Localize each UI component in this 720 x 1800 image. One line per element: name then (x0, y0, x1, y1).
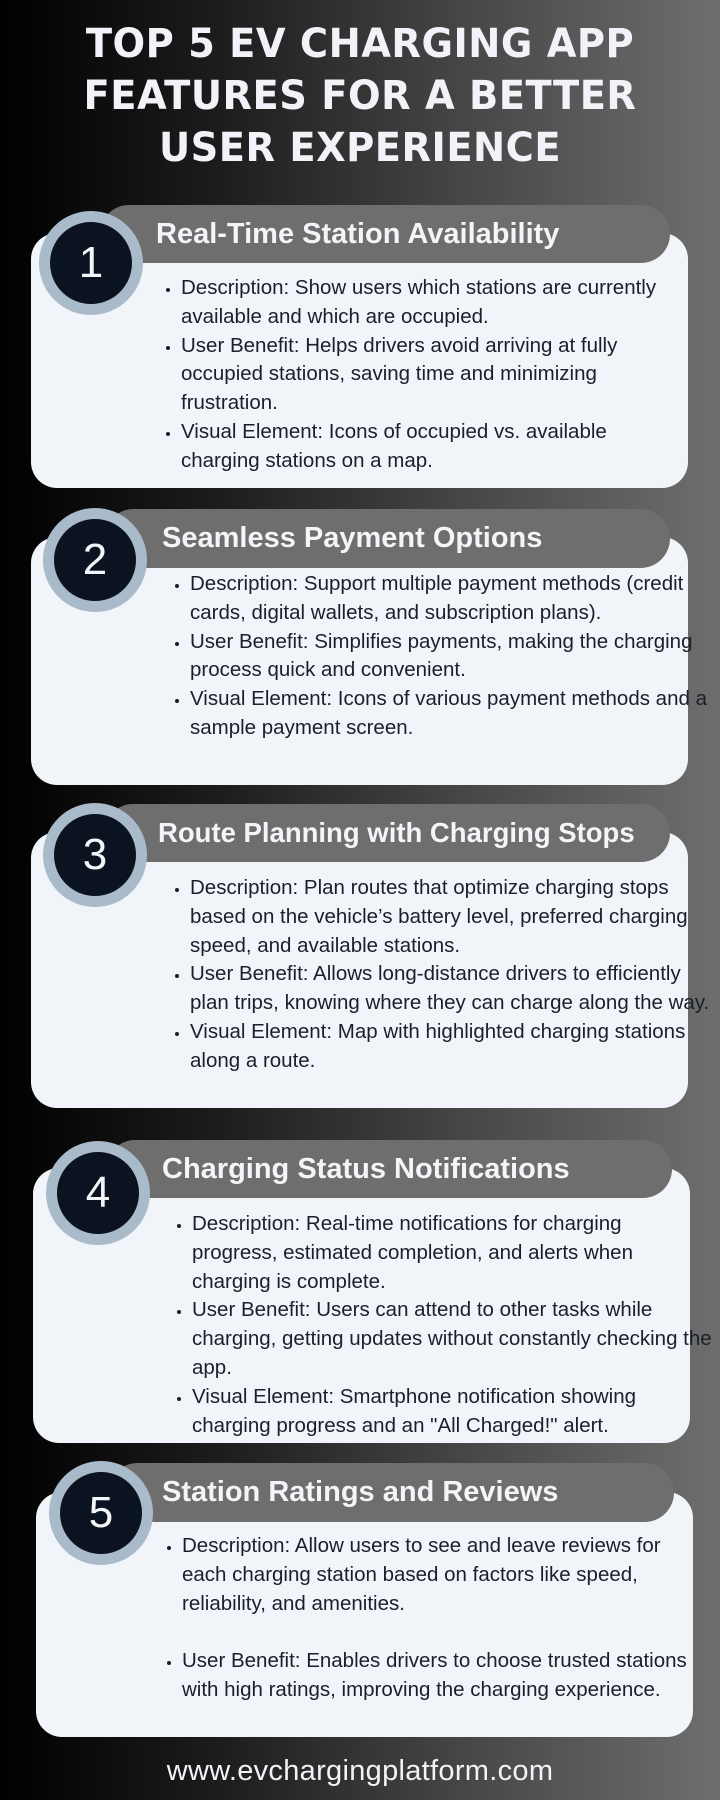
feature-bullets: Description: Plan routes that optimize c… (166, 874, 710, 1076)
number-badge: 3 (43, 803, 147, 907)
feature-number: 1 (78, 238, 104, 287)
feature-title: Route Planning with Charging Stops (158, 817, 635, 848)
bullet-visual-element: Visual Element: Map with highlighted cha… (190, 1018, 710, 1076)
number-badge: 5 (49, 1461, 153, 1565)
feature-title: Real-Time Station Availability (156, 217, 560, 250)
bullet-user-benefit: User Benefit: Users can attend to other … (192, 1296, 712, 1382)
bullet-user-benefit: User Benefit: Enables drivers to choose … (182, 1647, 702, 1705)
bullet-user-benefit: User Benefit: Simplifies payments, makin… (190, 628, 710, 686)
number-badge: 4 (46, 1141, 150, 1245)
title-line-3: USER EXPERIENCE (158, 125, 562, 171)
bullet-description: Description: Real-time notifications for… (192, 1210, 712, 1296)
title-line-1: TOP 5 EV CHARGING APP (85, 21, 635, 67)
bullet-description: Description: Allow users to see and leav… (182, 1532, 702, 1618)
footer-website-link[interactable]: www.evchargingplatform.com (0, 1755, 720, 1788)
bullet-user-benefit: User Benefit: Allows long-distance drive… (190, 960, 710, 1018)
card-header: Route Planning with Charging Stops (104, 804, 670, 862)
bullet-description: Description: Plan routes that optimize c… (190, 874, 710, 960)
feature-bullets: Description: Real-time notifications for… (168, 1210, 712, 1440)
feature-number: 5 (88, 1488, 114, 1537)
bullet-description: Description: Support multiple payment me… (190, 570, 710, 628)
card-header: Real-Time Station Availability (100, 205, 670, 263)
page-title: TOP 5 EV CHARGING APP FEATURES FOR A BET… (14, 18, 705, 174)
feature-number: 3 (82, 830, 108, 879)
feature-bullets: Description: Allow users to see and leav… (158, 1532, 702, 1705)
feature-bullets: Description: Support multiple payment me… (166, 570, 710, 743)
bullet-visual-element: Visual Element: Icons of occupied vs. av… (181, 418, 681, 476)
feature-title: Seamless Payment Options (162, 522, 543, 554)
feature-bullets: Description: Show users which stations a… (157, 274, 681, 476)
card-header: Charging Status Notifications (106, 1140, 672, 1198)
bullet-description: Description: Show users which stations a… (181, 274, 681, 332)
feature-title: Station Ratings and Reviews (162, 1476, 559, 1508)
number-badge: 1 (39, 211, 143, 315)
title-line-2: FEATURES FOR A BETTER (83, 73, 637, 119)
number-badge: 2 (43, 508, 147, 612)
feature-title: Charging Status Notifications (162, 1152, 570, 1185)
bullet-visual-element: Visual Element: Smartphone notification … (192, 1383, 712, 1441)
bullet-visual-element: Visual Element: Icons of various payment… (190, 685, 710, 743)
card-header: Seamless Payment Options (104, 509, 670, 568)
feature-number: 2 (82, 535, 108, 584)
feature-number: 4 (85, 1168, 111, 1217)
card-header: Station Ratings and Reviews (108, 1463, 674, 1522)
bullet-user-benefit: User Benefit: Helps drivers avoid arrivi… (181, 332, 681, 418)
